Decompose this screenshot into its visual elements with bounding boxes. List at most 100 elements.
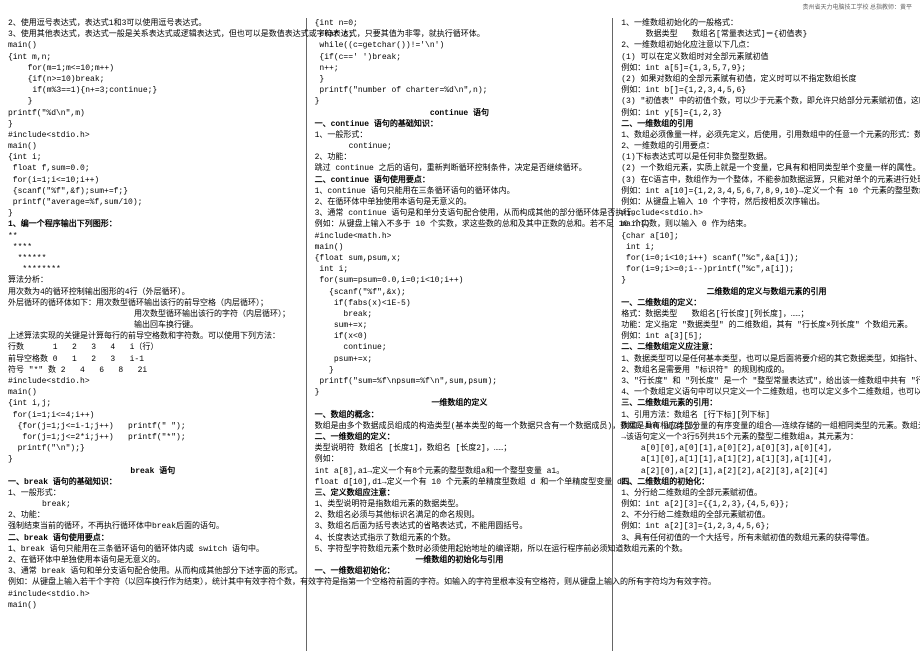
text-line: 例如：int b[]={1,2,3,4,5,6} [621, 85, 912, 96]
text-line: 1、一般形式： [8, 488, 298, 499]
text-line: break 语句 [8, 466, 298, 477]
text-line: printf("%d\n",m) [8, 108, 298, 119]
text-line: 算法分析： [8, 275, 298, 286]
text-line: 例如：int a[5]={1,3,5,7,9}; [621, 63, 912, 74]
text-line: 1、类型说明符是指数组元素的数据类型。 [315, 499, 605, 510]
text-line: {int n=0; [315, 18, 605, 29]
text-line: {float sum,psum,x; [315, 253, 605, 264]
text-line: 三、二维数组元素的引用： [621, 398, 912, 409]
text-line: 用次数为4的循环控制输出图形的4行（外层循环）。 [8, 287, 298, 298]
text-line: 例如： [315, 454, 605, 465]
text-line: →该语句定义一个3行5列共15个元素的整型二维数组a，其元素为： [621, 432, 912, 443]
text-line: int a[8],a1→定义一个有8个元素的整型数组a和一个整型变量 a1。 [315, 466, 605, 477]
text-line: 2、数组名是需要用 "标识符" 的规则构成的。 [621, 365, 912, 376]
text-line: {int m,n; [8, 52, 298, 63]
text-line: break; [8, 499, 298, 510]
text-line: 3、通常 continue 语句是和单分支语句配合使用，从而构成其他的部分循环体… [315, 208, 605, 219]
text-line: {if(n>=10)break; [8, 74, 298, 85]
text-line: #include<stdio.h> [8, 130, 298, 141]
text-line: 前导空格数 0 1 2 3 i-1 [8, 354, 298, 365]
text-line: ** [8, 231, 298, 242]
text-line: {char a[10]; [621, 231, 912, 242]
text-line: float f,sum=0.0; [8, 163, 298, 174]
text-line: continue; [315, 141, 605, 152]
text-line: 4、一个数组定义语句中可以只定义一个二维数组，也可以定义多个二维数组，也可以在一… [621, 387, 912, 398]
text-line: 2、在循环体中单独使用本语句是无意义的。 [8, 555, 298, 566]
text-line: 3、具有任何初值的一个大括号，所有未赋初值的数组元素的获得零值。 [621, 533, 912, 544]
text-line: a[0][0],a[0][1],a[0][2],a[0][3],a[0][4], [621, 443, 912, 454]
text-line: 3、数组名后面为括号表达式的省略表达式，不能用圆括号。 [315, 521, 605, 532]
text-line: for(m=1;m<=10;m++) [8, 63, 298, 74]
text-line: 例如：int a[2][3]={{1,2,3},{4,5,6}}; [621, 499, 912, 510]
text-line: 4、长度表达式指示了数组元素的个数。 [315, 533, 605, 544]
text-line: main() [8, 600, 298, 611]
text-line: 一、continue 语句的基础知识： [315, 119, 605, 130]
column-1: 2、使用逗号表达式，表达式1和3可以使用逗号表达式。3、使用其他表达式，表达式一… [0, 18, 307, 651]
text-line: a[2][0],a[2][1],a[2][2],a[2][3],a[2][4] [621, 466, 912, 477]
text-line: #include<math.h> [315, 231, 605, 242]
text-line: 例如：从键盘上输入 10 个字符，然后按相反次序输出。 [621, 197, 912, 208]
text-line: **** [8, 242, 298, 253]
text-line: } [315, 74, 605, 85]
text-line: 1、数据类型可以是任何基本类型，也可以是后面将要介绍的其它数据类型，如指针、结构… [621, 354, 912, 365]
text-line: 三、定义数组应注意： [315, 488, 605, 499]
text-line: 二维数组的定义与数组元素的引用 [621, 287, 912, 298]
text-line: for(i=0;i<10;i++) scanf("%c",&a[i]); [621, 253, 912, 264]
text-line: 2、功能： [8, 510, 298, 521]
text-line: 功能：定义指定 "数据类型" 的二维数组，其有 "行长度×列长度" 个数组元素。 [621, 320, 912, 331]
text-line: float d[10],d1→定义一个有 10 个元素的单精度型数组 d 和一个… [315, 477, 605, 488]
text-line: 一、二维数组的定义： [621, 298, 912, 309]
text-line: 2、使用逗号表达式，表达式1和3可以使用逗号表达式。 [8, 18, 298, 29]
text-line: } [315, 96, 605, 107]
text-line: main() [621, 219, 912, 230]
text-line: (3) "初值表" 中的初值个数，可以少于元素个数，即允许只给部分元素赋初值，这… [621, 96, 912, 107]
text-line: main() [8, 141, 298, 152]
text-line: 1、引用方法：数组名 [行下标][列下标] [621, 410, 912, 421]
text-line: continue; [315, 342, 605, 353]
text-line: 四、二维数组的初始化： [621, 477, 912, 488]
text-line: ****** [8, 253, 298, 264]
text-line: int i; [315, 264, 605, 275]
text-line: {for(j=1;j<=i-1;j++) printf(" "); [8, 421, 298, 432]
text-line: a[1][0],a[1][1],a[1][2],a[1][3],a[1][4], [621, 454, 912, 465]
text-line: 二、break 语句使用要点： [8, 533, 298, 544]
text-line: printf("average=%f,sum/10); [8, 197, 298, 208]
text-line: 1、break 语句只能用在三条循环语句的循环体内或 switch 语句中。 [8, 544, 298, 555]
text-line: 1、数组必须像量一样，必须先定义，后使用，引用数组中的任意一个元素的形式：数组名… [621, 130, 912, 141]
text-line: (1)下标表达式可以是任何非负整型数据。 [621, 152, 912, 163]
text-line: (2) 一个数组元素，实质上就是一个变量，它具有和相同类型单个变量一样的属性。 [621, 163, 912, 174]
text-line: break; [315, 309, 605, 320]
text-line: 数组是由多个数据成员组成的构造类型(基本类型的每一个数据只含有一个数据成员)，数… [315, 421, 605, 432]
text-line: {scanf("%f",&f);sum+=f;} [8, 186, 298, 197]
text-line: (3) 在C语言中，数组作为一个整体，不能参加数据运算，只能对单个的元素进行处理… [621, 175, 912, 186]
text-line: 1、一维数组初始化的一般格式： [621, 18, 912, 29]
text-line: psum+=x; [315, 354, 605, 365]
text-line: 用次数型循环输出该行的字符（内层循环）； [8, 309, 298, 320]
text-line: main() [8, 387, 298, 398]
text-line: {scanf("%f",&x); [315, 287, 605, 298]
text-line: for(i=9;i>=0;i--)printf("%c",a[i]); [621, 264, 912, 275]
text-line: 2、不分行给二维数组的全部元素赋初值。 [621, 510, 912, 521]
text-line: 符号 "*" 数 2 4 6 8 2i [8, 365, 298, 376]
text-line: } [315, 365, 605, 376]
text-line: for(i=1;i<=4;i++) [8, 410, 298, 421]
text-line: #include<stdio.h> [8, 589, 298, 600]
text-line: 一维数组的初始化与引用 [315, 555, 605, 566]
text-line: 5、字符型字符数组元素个数时必须使用起始地址的编译期，所以在运行程序前必须知道数… [315, 544, 605, 555]
text-line: 类型说明符 数组名 [长度1]，数组名 [长度2]，……； [315, 443, 605, 454]
text-line: 例如：int a[3][5]; [621, 331, 912, 342]
text-line: } [621, 275, 912, 286]
text-line: for(j=1;j<=2*i;j++) printf("*"); [8, 432, 298, 443]
text-line: sum+=x; [315, 320, 605, 331]
text-line: 1、编一个程序输出下列图形： [8, 219, 298, 230]
text-line: #include<stdio.h> [621, 208, 912, 219]
text-line: 2、一维数组的引用要点： [621, 141, 912, 152]
text-line: #include<stdio.h> [8, 376, 298, 387]
text-line: 2、数组名必须与其他标识名满足的命名规则。 [315, 510, 605, 521]
text-line: } [8, 96, 298, 107]
column-3: 1、一维数组初始化的一般格式： 数据类型 数组名[常量表达式]＝{初值表}2、一… [613, 18, 920, 651]
text-line: if(m%3==1){n+=3;continue;} [8, 85, 298, 96]
text-line: {int i; [8, 152, 298, 163]
text-line: 一、break 语句的基础知识： [8, 477, 298, 488]
text-line: if(fabs(x)<1E-5) [315, 298, 605, 309]
